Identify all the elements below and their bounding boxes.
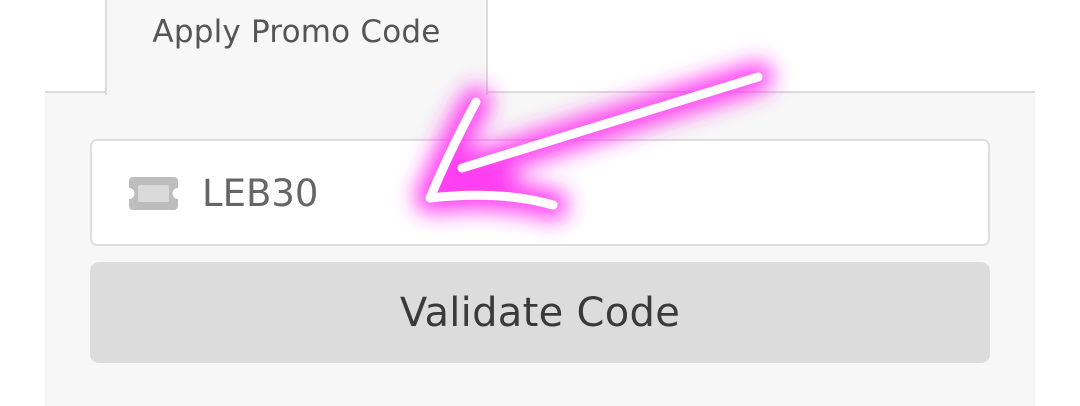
- promo-code-input[interactable]: [202, 167, 962, 219]
- tab-apply-promo-code[interactable]: Apply Promo Code: [105, 0, 488, 95]
- promo-code-section: Apply Promo Code Validate Code: [0, 0, 1080, 406]
- validate-code-label: Validate Code: [399, 289, 681, 336]
- ticket-icon: [129, 177, 178, 210]
- promo-code-field[interactable]: [90, 139, 990, 246]
- tab-label: Apply Promo Code: [152, 14, 441, 50]
- validate-code-button[interactable]: Validate Code: [90, 262, 990, 363]
